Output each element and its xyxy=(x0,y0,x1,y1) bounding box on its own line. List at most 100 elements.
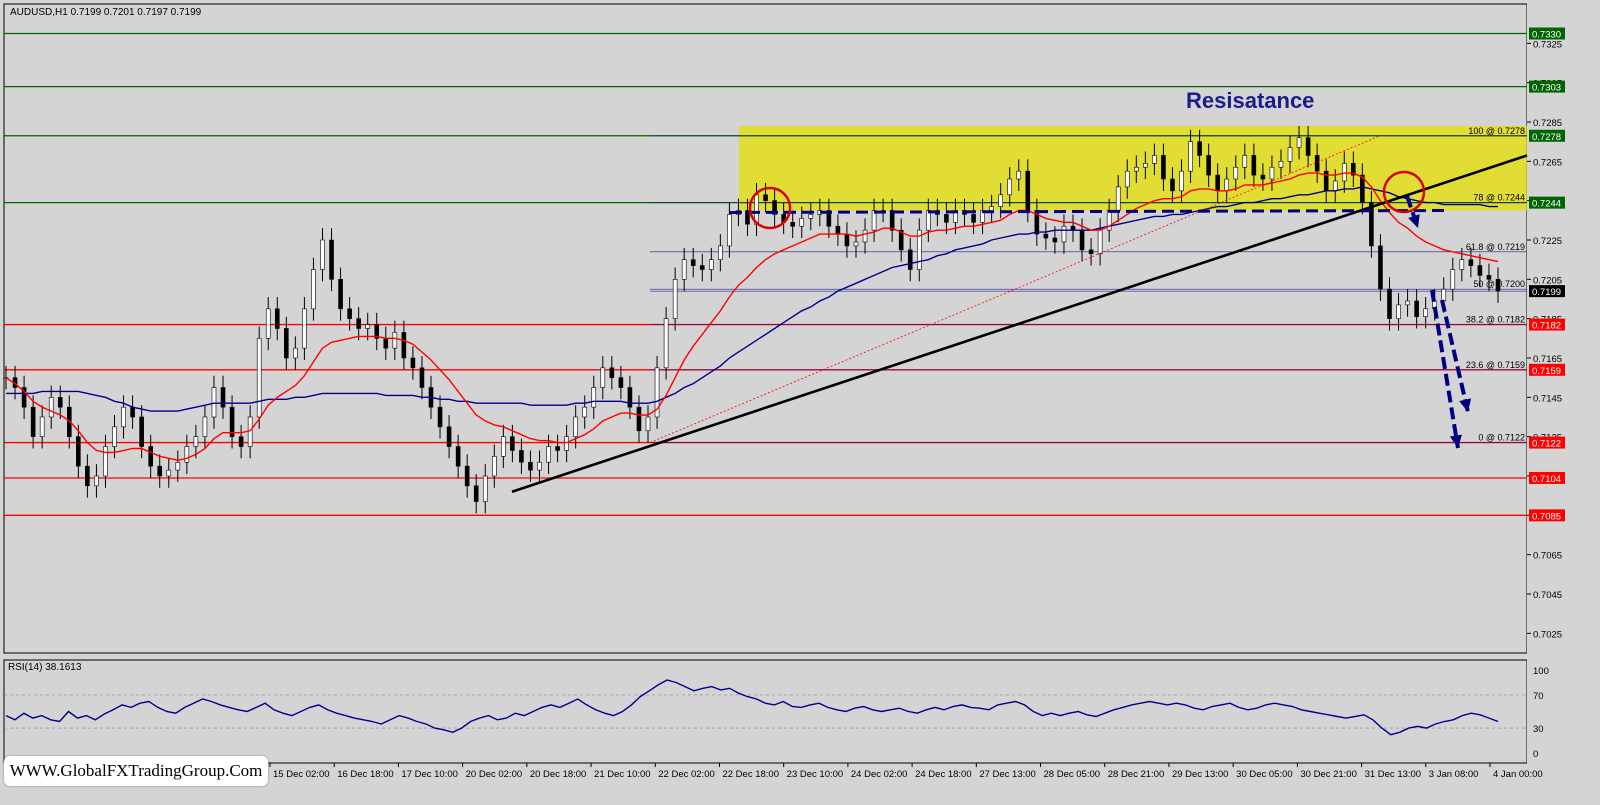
candle-body xyxy=(39,416,45,437)
candle-body xyxy=(85,465,90,487)
candle-body xyxy=(582,406,588,418)
candle-body xyxy=(166,469,172,477)
candle-body xyxy=(265,308,271,339)
candle-body xyxy=(365,324,370,329)
candle-body xyxy=(681,259,687,280)
candle-body xyxy=(1079,229,1085,251)
x-tick-label: 24 Dec 18:00 xyxy=(915,769,972,780)
candle-body xyxy=(519,450,524,463)
candle-body xyxy=(546,446,551,463)
candle-body xyxy=(320,239,325,270)
y-tick-label: 0.7285 xyxy=(1533,118,1562,129)
candle-body xyxy=(1260,174,1266,180)
candle-body xyxy=(1287,147,1293,162)
rsi-tick-label: 0 xyxy=(1533,749,1538,760)
candle-body xyxy=(491,456,497,477)
candle-body xyxy=(627,387,633,408)
y-tick-label: 0.7265 xyxy=(1533,157,1562,168)
candle-body xyxy=(1378,245,1383,290)
candle-body xyxy=(907,249,913,270)
candle-body xyxy=(94,475,99,487)
candle-body xyxy=(311,269,316,310)
chart-area: AUDUSD,H1 0.7199 0.7201 0.7197 0.7199 RSI… xyxy=(0,0,1600,800)
candle-body xyxy=(1179,170,1184,192)
candle-body xyxy=(410,357,416,369)
candle-body xyxy=(455,446,461,467)
candle-body xyxy=(1007,178,1013,196)
price-tag-label: 0.7182 xyxy=(1532,321,1561,332)
candle-body xyxy=(1414,300,1419,318)
price-tag-label: 0.7303 xyxy=(1532,83,1561,94)
candle-body xyxy=(1450,269,1456,290)
x-tick-label: 31 Dec 13:00 xyxy=(1365,769,1422,780)
x-tick-label: 29 Dec 13:00 xyxy=(1172,769,1229,780)
candle-body xyxy=(148,446,153,467)
candle-body xyxy=(1269,166,1275,180)
candle-body xyxy=(1143,163,1148,168)
candle-body xyxy=(718,245,723,260)
candle-body xyxy=(835,225,841,235)
candle-body xyxy=(329,239,334,280)
candle-body xyxy=(473,485,479,502)
candle-body xyxy=(1161,155,1166,180)
candle-body xyxy=(1332,180,1338,192)
x-tick-label: 22 Dec 18:00 xyxy=(722,769,779,780)
x-tick-label: 30 Dec 05:00 xyxy=(1236,769,1293,780)
candle-body xyxy=(1242,155,1248,168)
watermark-banner: WWW.GlobalFXTradingGroup.Com xyxy=(4,756,268,786)
candle-body xyxy=(799,218,805,227)
price-tag-label: 0.7085 xyxy=(1532,511,1561,522)
candle-body xyxy=(1206,155,1211,176)
candle-body xyxy=(293,347,298,359)
candle-body xyxy=(1215,174,1220,192)
candle-body xyxy=(944,214,949,223)
candle-body xyxy=(1468,259,1474,266)
fib-level-label: 23.6 @ 0.7159 xyxy=(1466,360,1525,370)
x-tick-label: 21 Dec 10:00 xyxy=(594,769,651,780)
y-tick-label: 0.7145 xyxy=(1533,393,1562,404)
candle-body xyxy=(555,446,560,451)
candle-body xyxy=(528,461,533,471)
candle-body xyxy=(1224,178,1230,192)
candle-body xyxy=(998,194,1003,207)
candle-body xyxy=(1486,275,1492,280)
candle-body xyxy=(808,214,814,219)
candle-body xyxy=(211,387,217,418)
candle-body xyxy=(618,377,624,388)
candle-body xyxy=(256,338,262,418)
rsi-tick-label: 70 xyxy=(1533,691,1544,702)
x-tick-label: 24 Dec 02:00 xyxy=(851,769,908,780)
x-tick-label: 20 Dec 18:00 xyxy=(530,769,587,780)
price-tag-label: 0.7159 xyxy=(1532,366,1561,377)
candle-body xyxy=(699,265,705,270)
candle-body xyxy=(112,426,117,447)
x-tick-label: 17 Dec 10:00 xyxy=(401,769,458,780)
y-tick-label: 0.7325 xyxy=(1533,39,1562,50)
candle-body xyxy=(184,446,190,463)
fib-level-label: 61.8 @ 0.7219 xyxy=(1466,242,1525,252)
candle-body xyxy=(1124,170,1130,188)
candle-body xyxy=(1495,279,1501,292)
candle-body xyxy=(1369,202,1374,247)
candle-body xyxy=(57,397,63,408)
price-chart: AUDUSD,H1 0.7199 0.7201 0.7197 0.7199 RSI… xyxy=(3,0,1600,800)
y-tick-label: 0.7225 xyxy=(1533,236,1562,247)
price-tag-label: 0.7199 xyxy=(1532,287,1561,298)
candle-body xyxy=(383,338,389,349)
x-tick-label: 4 Jan 00:00 xyxy=(1493,769,1543,780)
candle-body xyxy=(1052,237,1058,243)
candle-body xyxy=(1170,178,1175,192)
x-tick-label: 15 Dec 02:00 xyxy=(273,769,330,780)
candle-body xyxy=(564,436,569,451)
instrument-header: AUDUSD,H1 0.7199 0.7201 0.7197 0.7199 xyxy=(10,7,202,18)
candle-body xyxy=(510,436,515,451)
rsi-tick-label: 100 xyxy=(1533,666,1549,677)
candle-body xyxy=(1314,155,1320,172)
candle-body xyxy=(202,416,208,437)
candle-body xyxy=(600,367,606,388)
candle-body xyxy=(220,387,226,408)
candle-body xyxy=(1097,229,1103,255)
fib-level-label: 100 @ 0.7278 xyxy=(1468,126,1525,136)
x-tick-label: 28 Dec 21:00 xyxy=(1108,769,1165,780)
candle-body xyxy=(853,241,859,247)
